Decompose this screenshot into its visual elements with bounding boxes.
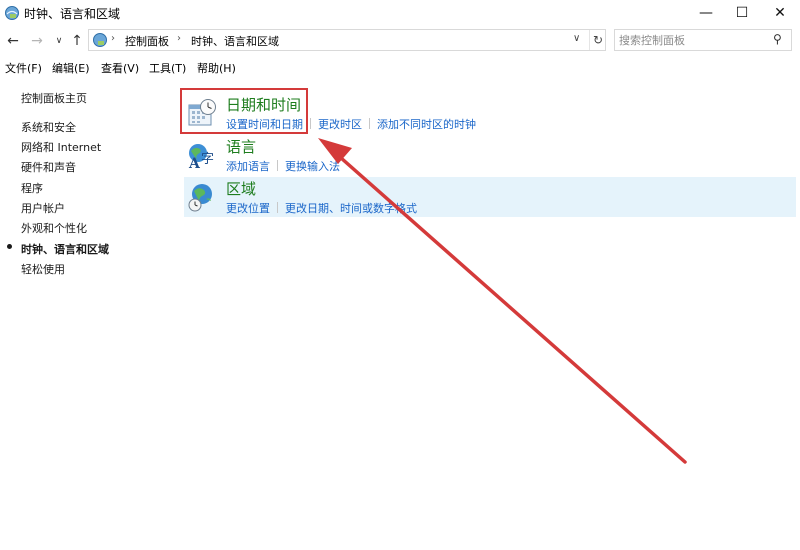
category-region: 区域 更改位置 更改日期、时间或数字格式 bbox=[184, 177, 796, 217]
category-links-region: 更改位置 更改日期、时间或数字格式 bbox=[226, 200, 417, 216]
search-box[interactable]: ⚲ bbox=[614, 29, 792, 51]
svg-text:字: 字 bbox=[201, 152, 214, 167]
language-icon: A 字 bbox=[188, 144, 214, 171]
control-panel-icon bbox=[5, 6, 19, 20]
change-formats-link[interactable]: 更改日期、时间或数字格式 bbox=[285, 202, 417, 215]
category-links-language: 添加语言 更换输入法 bbox=[226, 158, 340, 174]
control-panel-icon bbox=[93, 33, 107, 47]
sidebar-item-ease-of-access[interactable]: 轻松使用 bbox=[21, 261, 65, 277]
refresh-icon[interactable]: ↻ bbox=[589, 30, 606, 50]
up-icon[interactable]: ↑ bbox=[68, 32, 86, 50]
address-bar[interactable]: › 控制面板 › 时钟、语言和区域 ∨ ↻ bbox=[88, 29, 606, 51]
menu-view[interactable]: 查看(V) bbox=[101, 60, 139, 76]
minimize-button[interactable]: — bbox=[688, 0, 724, 26]
link-divider bbox=[369, 118, 370, 129]
menu-edit[interactable]: 编辑(E) bbox=[52, 60, 90, 76]
menu-bar: 文件(F) 编辑(E) 查看(V) 工具(T) 帮助(H) bbox=[0, 58, 800, 76]
link-divider bbox=[277, 202, 278, 213]
annotation-arrow bbox=[318, 138, 687, 464]
menu-tools[interactable]: 工具(T) bbox=[149, 60, 186, 76]
back-icon[interactable]: ← bbox=[4, 32, 22, 50]
breadcrumb-control-panel[interactable]: 控制面板 bbox=[125, 33, 169, 49]
change-location-link[interactable]: 更改位置 bbox=[226, 202, 270, 215]
sidebar-home-link[interactable]: 控制面板主页 bbox=[21, 90, 87, 106]
add-language-link[interactable]: 添加语言 bbox=[226, 160, 270, 173]
globe-clock-icon bbox=[188, 184, 212, 212]
active-bullet-icon bbox=[7, 244, 12, 249]
breadcrumb-separator-icon[interactable]: › bbox=[111, 33, 115, 44]
close-button[interactable]: ✕ bbox=[762, 0, 798, 26]
add-clocks-link[interactable]: 添加不同时区的时钟 bbox=[377, 118, 476, 131]
search-input[interactable] bbox=[619, 32, 767, 48]
annotation-highlight-box bbox=[180, 88, 308, 134]
sidebar-item-user-accounts[interactable]: 用户帐户 bbox=[21, 200, 65, 216]
window-title: 时钟、语言和区域 bbox=[24, 7, 121, 21]
recent-locations-icon[interactable]: ∨ bbox=[50, 32, 68, 50]
menu-file[interactable]: 文件(F) bbox=[5, 60, 42, 76]
breadcrumb-clock-language-region[interactable]: 时钟、语言和区域 bbox=[191, 33, 279, 49]
sidebar-item-clock-language-region[interactable]: 时钟、语言和区域 bbox=[21, 241, 109, 257]
change-input-method-link[interactable]: 更换输入法 bbox=[285, 160, 340, 173]
category-title-language[interactable]: 语言 bbox=[226, 136, 256, 157]
category-title-region[interactable]: 区域 bbox=[226, 178, 256, 199]
sidebar-item-system-security[interactable]: 系统和安全 bbox=[21, 119, 76, 135]
sidebar-item-programs[interactable]: 程序 bbox=[21, 180, 43, 196]
category-language: A 字 语言 添加语言 更换输入法 bbox=[184, 135, 796, 175]
forward-icon[interactable]: → bbox=[28, 32, 46, 50]
change-time-zone-link[interactable]: 更改时区 bbox=[318, 118, 362, 131]
link-divider bbox=[310, 118, 311, 129]
chevron-down-icon[interactable]: ∨ bbox=[573, 33, 580, 44]
address-row: ← → ∨ ↑ › 控制面板 › 时钟、语言和区域 ∨ ↻ ⚲ bbox=[0, 27, 800, 55]
sidebar-item-hardware-sound[interactable]: 硬件和声音 bbox=[21, 159, 76, 175]
sidebar-item-network[interactable]: 网络和 Internet bbox=[21, 139, 101, 155]
title-bar: 时钟、语言和区域 — ☐ ✕ bbox=[0, 0, 800, 26]
maximize-button[interactable]: ☐ bbox=[724, 0, 760, 26]
link-divider bbox=[277, 160, 278, 171]
breadcrumb-separator-icon[interactable]: › bbox=[177, 33, 181, 44]
sidebar-item-appearance[interactable]: 外观和个性化 bbox=[21, 220, 87, 236]
search-icon[interactable]: ⚲ bbox=[773, 32, 782, 46]
menu-help[interactable]: 帮助(H) bbox=[197, 60, 236, 76]
svg-text:A: A bbox=[188, 156, 201, 171]
